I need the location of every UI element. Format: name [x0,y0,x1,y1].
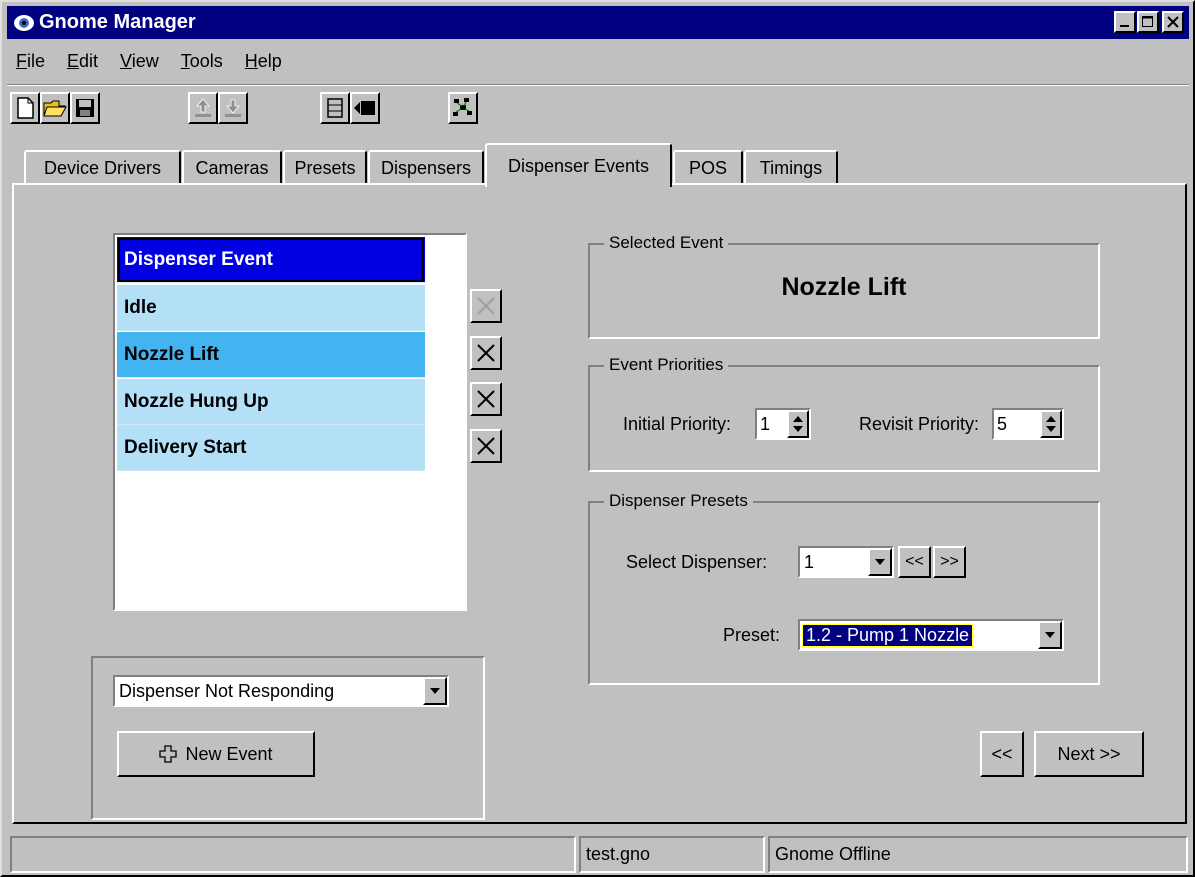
tab-cameras[interactable]: Cameras [182,150,282,184]
selected-event-group: Selected Event Nozzle Lift [588,233,1100,339]
delete-delivery-start-button[interactable] [470,429,502,463]
revisit-priority-spinner[interactable]: 5 [992,408,1064,440]
list-item[interactable]: Idle [117,285,425,331]
new-event-button[interactable]: New Event [117,731,315,777]
preset-dropdown-button[interactable] [1038,621,1062,649]
network-button[interactable] [448,92,478,124]
tab-presets[interactable]: Presets [283,150,367,184]
delete-x-icon [477,297,495,315]
menu-help[interactable]: Help [231,48,290,74]
menu-tools[interactable]: Tools [167,48,231,74]
selected-event-value: Nozzle Lift [781,273,907,301]
preset-combo[interactable]: 1.2 - Pump 1 Nozzle [798,619,1064,651]
save-icon [76,99,94,117]
list-item[interactable]: Nozzle Hung Up [117,379,425,425]
open-folder-icon [43,100,67,117]
title-bar[interactable]: Gnome Manager [7,6,1189,39]
delete-nozzle-hung-up-button[interactable] [470,382,502,416]
menu-view[interactable]: View [106,48,167,74]
status-main [10,836,576,873]
initial-priority-label: Initial Priority: [623,414,732,434]
back-button[interactable]: << [980,731,1024,777]
status-file: test.gno [579,836,765,873]
event-priorities-group: Event Priorities Initial Priority: 1 Rev… [588,355,1100,472]
camera-icon [354,101,375,115]
download-icon [225,99,241,117]
main-window: Gnome Manager File Edit View Tools Help [0,0,1195,877]
event-listbox[interactable]: Dispenser Event Idle Nozzle Lift Nozzle … [113,233,467,611]
plus-icon [159,745,178,763]
upload-button[interactable] [188,92,218,124]
delete-nozzle-lift-button[interactable] [470,336,502,370]
dispenser-presets-group: Dispenser Presets Select Dispenser: 1 <<… [588,491,1100,685]
chevron-down-icon [875,559,885,565]
next-dispenser-button[interactable]: >> [933,546,966,578]
event-type-dropdown-button[interactable] [423,677,447,705]
camera-button[interactable] [350,92,380,124]
panel-icon [327,98,343,118]
list-header: Dispenser Event [117,237,425,283]
download-button[interactable] [218,92,248,124]
new-file-icon [17,97,34,119]
selected-event-label: Selected Event [604,233,729,253]
preset-value: 1.2 - Pump 1 Nozzle [801,623,974,647]
revisit-priority-label: Revisit Priority: [859,414,980,434]
tab-pos[interactable]: POS [673,150,743,184]
maximize-button[interactable] [1137,11,1159,33]
chevron-down-icon [430,688,440,694]
event-type-combo[interactable]: Dispenser Not Responding [113,675,449,707]
save-button[interactable] [70,92,100,124]
delete-x-icon [477,390,495,408]
new-file-button[interactable] [10,92,40,124]
spinner-arrows-icon[interactable] [787,410,809,438]
list-item-selected[interactable]: Nozzle Lift [117,332,425,378]
event-type-value: Dispenser Not Responding [119,680,335,701]
menu-edit[interactable]: Edit [53,48,106,74]
panel-button[interactable] [320,92,350,124]
dispenser-combo[interactable]: 1 [798,546,894,578]
delete-x-icon [477,344,495,362]
initial-priority-spinner[interactable]: 1 [755,408,811,440]
upload-icon [195,98,211,117]
dispenser-dropdown-button[interactable] [868,548,892,576]
close-icon [1167,16,1179,28]
tab-device-drivers[interactable]: Device Drivers [24,150,181,184]
tab-timings[interactable]: Timings [744,150,838,184]
window-title: Gnome Manager [39,11,196,33]
open-button[interactable] [40,92,70,124]
delete-idle-button [470,289,502,323]
toolbar-separator [7,84,1189,86]
event-priorities-label: Event Priorities [604,355,729,375]
network-icon [453,98,472,116]
chevron-down-icon [1045,632,1055,638]
prev-dispenser-button[interactable]: << [898,546,931,578]
menu-bar: File Edit View Tools Help [10,48,290,74]
tab-dispenser-events[interactable]: Dispenser Events [485,143,672,187]
dispenser-presets-label: Dispenser Presets [604,491,753,511]
select-dispenser-label: Select Dispenser: [626,552,768,572]
app-eye-icon [13,12,35,34]
tab-dispensers[interactable]: Dispensers [368,150,484,184]
close-button[interactable] [1162,11,1184,33]
delete-x-icon [477,437,495,455]
status-connection: Gnome Offline [768,836,1188,873]
next-button[interactable]: Next >> [1034,731,1144,777]
minimize-button[interactable] [1114,11,1136,33]
preset-label: Preset: [723,625,781,645]
spinner-arrows-icon[interactable] [1040,410,1062,438]
list-item[interactable]: Delivery Start [117,425,425,471]
menu-file[interactable]: File [10,48,53,74]
